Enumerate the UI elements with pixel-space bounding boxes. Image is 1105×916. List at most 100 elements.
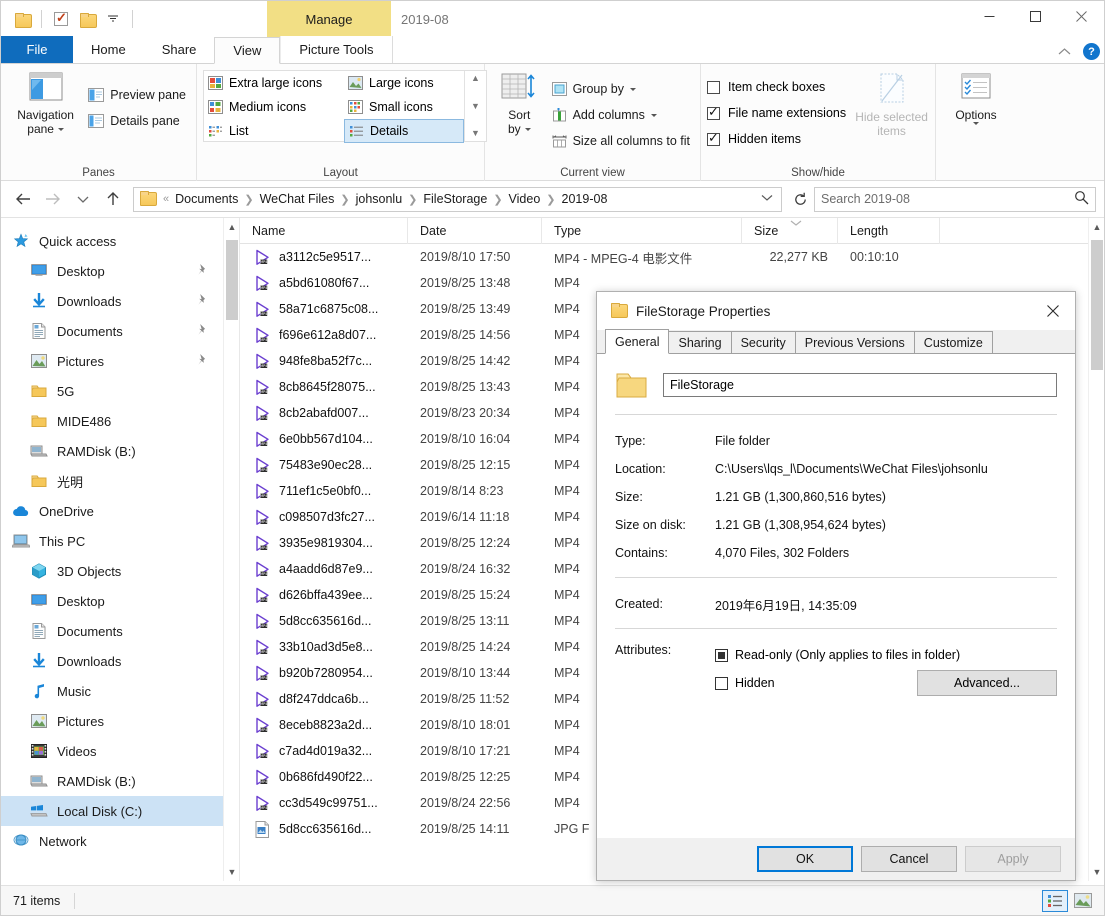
dialog-tab-previous-versions[interactable]: Previous Versions bbox=[794, 331, 915, 353]
layout-extra-large-icons[interactable]: Extra large icons bbox=[204, 71, 344, 95]
minimize-button[interactable] bbox=[966, 1, 1012, 32]
advanced-button[interactable]: Advanced... bbox=[917, 670, 1057, 696]
read-only-checkbox[interactable]: Read-only (Only applies to files in fold… bbox=[715, 641, 1057, 669]
breadcrumb-item-filestorage[interactable]: FileStorage bbox=[420, 192, 490, 206]
breadcrumb-separator-icon[interactable]: ❯ bbox=[337, 193, 352, 206]
close-button[interactable] bbox=[1058, 1, 1104, 32]
scroll-up-icon[interactable]: ▲ bbox=[224, 218, 240, 236]
sidebar-item-downloads[interactable]: Downloads bbox=[1, 646, 223, 676]
sidebar-item-network[interactable]: Network bbox=[1, 826, 223, 856]
maximize-button[interactable] bbox=[1012, 1, 1058, 32]
table-row[interactable]: MP4 a3112c5e9517... 2019/8/10 17:50 MP4 - M… bbox=[240, 244, 1104, 270]
details-view-button[interactable] bbox=[1042, 889, 1068, 912]
scroll-down-icon[interactable]: ▼ bbox=[224, 863, 240, 881]
sidebar-item-local-disk-c[interactable]: Local Disk (C:) bbox=[1, 796, 223, 826]
cancel-button[interactable]: Cancel bbox=[861, 846, 957, 872]
folder-icon[interactable] bbox=[74, 5, 100, 33]
breadcrumb-item-documents[interactable]: Documents bbox=[172, 192, 241, 206]
layout-gallery-scroller[interactable]: ▲ ▼ ▼ bbox=[464, 71, 486, 141]
sort-by-button[interactable]: Sort by bbox=[491, 68, 548, 136]
dialog-tab-security[interactable]: Security bbox=[730, 331, 796, 353]
contextual-tab-manage[interactable]: Manage bbox=[267, 1, 391, 37]
scroll-down-icon[interactable]: ▼ bbox=[471, 101, 480, 111]
folder-icon[interactable] bbox=[9, 5, 35, 33]
sidebar-item-[interactable]: 光明 bbox=[1, 466, 223, 496]
sidebar-item-pictures[interactable]: Pictures bbox=[1, 706, 223, 736]
layout-details[interactable]: Details bbox=[344, 119, 464, 143]
scrollbar-thumb[interactable] bbox=[226, 240, 238, 320]
column-header-name[interactable]: Name bbox=[240, 218, 408, 244]
column-header-size[interactable]: Size bbox=[742, 218, 838, 244]
details-pane-button[interactable]: Details pane bbox=[84, 108, 190, 134]
file-list-scrollbar[interactable]: ▲ ▼ bbox=[1088, 218, 1104, 881]
pin-icon[interactable] bbox=[196, 353, 209, 369]
layout-small-icons[interactable]: Small icons bbox=[344, 95, 464, 119]
checkbox-icon[interactable] bbox=[715, 676, 728, 690]
sidebar-item-ramdisk-b[interactable]: RAMDisk (B:) bbox=[1, 766, 223, 796]
column-header-type[interactable]: Type bbox=[542, 218, 742, 244]
breadcrumb-separator-icon[interactable]: ❯ bbox=[490, 193, 505, 206]
sidebar-item-3d-objects[interactable]: 3D Objects bbox=[1, 556, 223, 586]
sidebar-item-desktop[interactable]: Desktop bbox=[1, 586, 223, 616]
tab-home[interactable]: Home bbox=[73, 36, 144, 63]
pin-icon[interactable] bbox=[196, 323, 209, 339]
sidebar-item-downloads[interactable]: Downloads bbox=[1, 286, 223, 316]
dialog-tab-sharing[interactable]: Sharing bbox=[668, 331, 732, 353]
breadcrumb-separator-icon[interactable]: ❯ bbox=[405, 193, 420, 206]
breadcrumb[interactable]: « Documents ❯ WeChat Files ❯ johsonlu ❯ … bbox=[133, 186, 782, 212]
sidebar-item-desktop[interactable]: Desktop bbox=[1, 256, 223, 286]
thumbnail-view-button[interactable] bbox=[1070, 890, 1096, 912]
sidebar-item-mide486[interactable]: MIDE486 bbox=[1, 406, 223, 436]
back-button[interactable] bbox=[9, 186, 37, 212]
pin-icon[interactable] bbox=[196, 263, 209, 279]
breadcrumb-item-wechat-files[interactable]: WeChat Files bbox=[257, 192, 338, 206]
checkbox-icon[interactable] bbox=[48, 5, 74, 33]
search-icon[interactable] bbox=[1074, 190, 1089, 208]
add-columns-button[interactable]: Add columns bbox=[548, 102, 694, 128]
search-input[interactable]: Search 2019-08 bbox=[814, 186, 1096, 212]
tab-view[interactable]: View bbox=[214, 37, 281, 64]
dialog-tab-general[interactable]: General bbox=[605, 329, 670, 354]
size-all-columns-button[interactable]: Size all columns to fit bbox=[548, 128, 694, 154]
options-button[interactable]: Options bbox=[942, 68, 1010, 125]
refresh-button[interactable] bbox=[788, 192, 812, 207]
recent-locations-button[interactable] bbox=[69, 186, 97, 212]
hide-selected-items-button[interactable]: Hide selected items bbox=[854, 68, 929, 138]
scrollbar-thumb[interactable] bbox=[1091, 240, 1103, 370]
tab-picture-tools[interactable]: Picture Tools bbox=[280, 36, 393, 63]
preview-pane-button[interactable]: Preview pane bbox=[84, 82, 190, 108]
layout-medium-icons[interactable]: Medium icons bbox=[204, 95, 344, 119]
scroll-up-icon[interactable]: ▲ bbox=[471, 74, 480, 83]
breadcrumb-separator-icon[interactable]: ❯ bbox=[241, 193, 256, 206]
sidebar-item-onedrive[interactable]: OneDrive bbox=[1, 496, 223, 526]
breadcrumb-item-video[interactable]: Video bbox=[506, 192, 544, 206]
sidebar-item-videos[interactable]: Videos bbox=[1, 736, 223, 766]
group-by-button[interactable]: Group by bbox=[548, 76, 694, 102]
up-button[interactable] bbox=[99, 186, 127, 212]
sidebar-item-pictures[interactable]: Pictures bbox=[1, 346, 223, 376]
dialog-close-button[interactable] bbox=[1031, 292, 1075, 330]
navigation-pane-button[interactable]: Navigation pane bbox=[7, 68, 84, 136]
sidebar-item-5g[interactable]: 5G bbox=[1, 376, 223, 406]
item-check-boxes-checkbox[interactable]: Item check boxes bbox=[707, 74, 846, 100]
help-icon[interactable]: ? bbox=[1083, 43, 1100, 60]
navigation-scrollbar[interactable]: ▲ ▼ bbox=[223, 218, 240, 881]
breadcrumb-overflow-icon[interactable]: « bbox=[160, 193, 172, 205]
scroll-down-icon[interactable]: ▼ bbox=[1089, 863, 1104, 881]
file-name-extensions-checkbox[interactable]: File name extensions bbox=[707, 100, 846, 126]
breadcrumb-separator-icon[interactable]: ❯ bbox=[543, 193, 558, 206]
forward-button[interactable] bbox=[39, 186, 67, 212]
tab-file[interactable]: File bbox=[1, 36, 73, 63]
breadcrumb-item-johsonlu[interactable]: johsonlu bbox=[353, 192, 406, 206]
column-header-date[interactable]: Date bbox=[408, 218, 542, 244]
collapse-ribbon-icon[interactable] bbox=[1054, 45, 1075, 59]
chevron-down-icon[interactable] bbox=[100, 5, 126, 33]
sidebar-item-documents[interactable]: Documents bbox=[1, 316, 223, 346]
gallery-expand-icon[interactable]: ▼ bbox=[471, 129, 480, 138]
breadcrumb-item-2019-08[interactable]: 2019-08 bbox=[559, 192, 611, 206]
layout-list[interactable]: List bbox=[204, 119, 344, 143]
dialog-tab-customize[interactable]: Customize bbox=[913, 331, 993, 353]
tab-share[interactable]: Share bbox=[144, 36, 215, 63]
sidebar-item-ramdisk-b[interactable]: RAMDisk (B:) bbox=[1, 436, 223, 466]
pin-icon[interactable] bbox=[196, 293, 209, 309]
